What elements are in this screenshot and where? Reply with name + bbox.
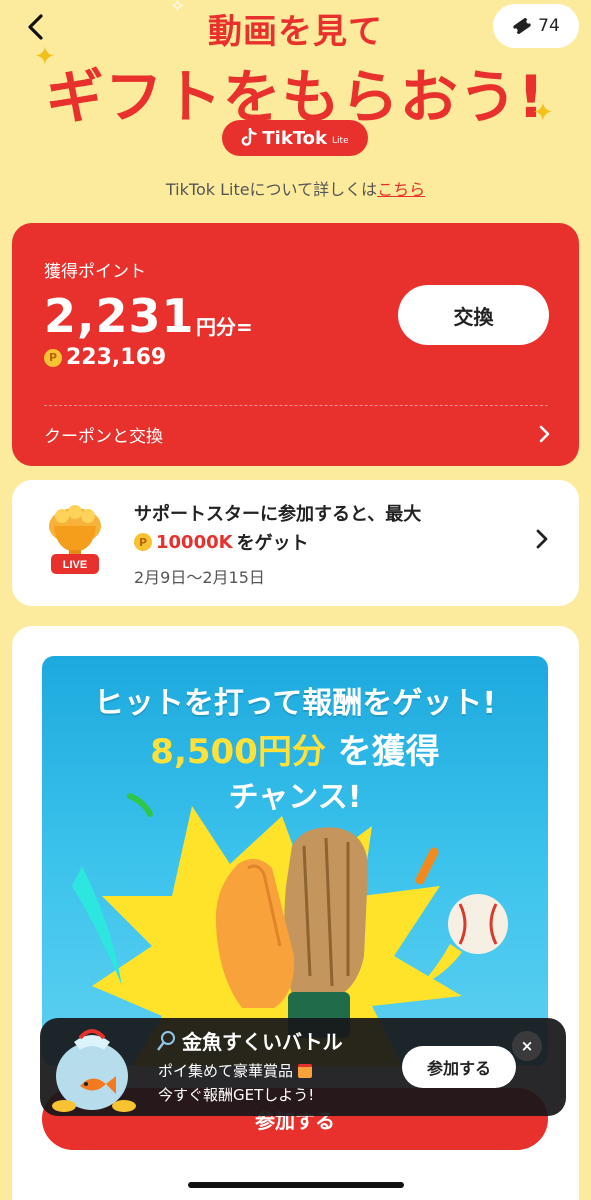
point-coin-icon: P (134, 533, 152, 551)
sparkle-icon: ✦ (34, 42, 56, 72)
exchange-button[interactable]: 交換 (398, 285, 549, 345)
campaign-headline: ヒットを打って報酬をゲット! (93, 686, 497, 721)
trophy-icon: LIVE (49, 505, 101, 574)
chevron-right-icon (536, 529, 548, 549)
points-amount: 2,231 (44, 289, 195, 343)
popup-join-button[interactable]: 参加する (402, 1046, 516, 1088)
support-star-reward-amount: 10000K (156, 531, 233, 553)
support-star-reward: P 10000K をゲット (134, 529, 309, 555)
points-unit: 円分= (196, 315, 253, 339)
support-star-title: サポートスターに参加すると、最大 (134, 504, 422, 525)
goldfish-bag-icon (52, 1029, 136, 1112)
baseball-icon (420, 894, 508, 986)
campaign-amount-line: 8,500円分 を獲得 (42, 724, 548, 773)
campaign-amount: 8,500円分 (150, 732, 326, 772)
about-text: TikTok Liteについて詳しくはこちら (0, 176, 591, 200)
support-star-dates: 2月9日〜2月15日 (134, 568, 265, 587)
coupon-exchange-row[interactable]: クーポンと交換 (12, 409, 579, 459)
points-label: 獲得ポイント (44, 262, 146, 282)
popup-title: 金魚すくいバトル (156, 1026, 343, 1055)
points-value: P 223,169 (44, 345, 166, 370)
popup-title-text: 金魚すくいバトル (182, 1030, 343, 1054)
popup-line2-text: ポイ集めて豪華賞品 (158, 1062, 294, 1080)
about-link[interactable]: こちら (377, 180, 425, 199)
campaign-banner[interactable]: ヒットを打って報酬をゲット! 8,500円分 を獲得 チャンス! (42, 656, 548, 1066)
support-star-card[interactable]: LIVE サポートスターに参加すると、最大 P 10000K をゲット 2月9日〜… (12, 480, 579, 606)
logo-text: TikTok (262, 127, 328, 149)
page-title-line1: 動画を見て (208, 12, 383, 52)
sparkle-icon: ✧ (170, 0, 186, 17)
live-badge: LIVE (63, 559, 87, 571)
tiktok-note-icon (242, 128, 258, 146)
logo-subtext: Lite (332, 136, 349, 146)
popup-line3: 今すぐ報酬GETしよう! (158, 1086, 315, 1104)
popup-line2: ポイ集めて豪華賞品 (158, 1060, 312, 1081)
points-card: 獲得ポイント 2,231 円分= P 223,169 交換 クーポンと交換 (12, 223, 579, 466)
point-coin-icon: P (44, 348, 62, 367)
points-value-number: 223,169 (66, 345, 167, 370)
tiktok-lite-logo: TikTok Lite (222, 120, 368, 156)
campaign-amount-suffix: を獲得 (337, 732, 440, 772)
sparkle-icon: ✦ (532, 98, 554, 128)
fishing-net-icon (157, 1030, 175, 1051)
gift-icon (297, 1064, 312, 1078)
close-icon: × (520, 1037, 534, 1055)
chevron-right-icon (539, 425, 550, 443)
divider (44, 405, 548, 406)
support-star-reward-suffix: をゲット (236, 533, 309, 554)
campaign-chance: チャンス! (228, 780, 362, 815)
popup-close-button[interactable]: × (512, 1031, 542, 1061)
about-label: TikTok Liteについて詳しくは (165, 180, 378, 199)
home-indicator (188, 1182, 404, 1188)
goldfish-battle-popup[interactable]: 金魚すくいバトル ポイ集めて豪華賞品 今すぐ報酬GETしよう! 参加する × (40, 1018, 566, 1116)
coupon-exchange-label: クーポンと交換 (44, 426, 163, 447)
